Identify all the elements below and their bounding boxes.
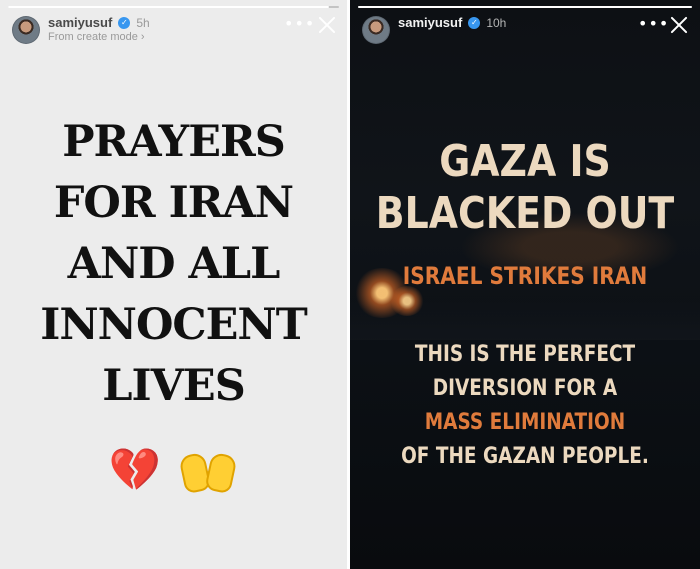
more-options-icon[interactable]: •••	[284, 16, 315, 32]
emoji-row: 💔	[0, 445, 347, 496]
story-panel-right[interactable]: samiyusuf ✓ 10h ••• GAZA IS BLACKED OUT …	[350, 0, 700, 569]
verified-badge-icon: ✓	[468, 16, 481, 29]
headline-line: BLACKED OUT	[375, 188, 675, 239]
username[interactable]: samiyusuf	[398, 15, 462, 30]
body-text-line: DIVERSION FOR A	[432, 376, 618, 401]
story-progress-fill	[358, 6, 692, 8]
story-text-line: PRAYERS	[62, 117, 286, 167]
story-text: PRAYERS FOR IRAN AND ALL INNOCENT LIVES	[0, 112, 347, 417]
raised-hands-icon	[178, 450, 238, 496]
more-options-icon[interactable]: •••	[638, 16, 669, 32]
city-horizon	[350, 300, 700, 340]
close-icon[interactable]	[668, 14, 690, 36]
story-header: samiyusuf ✓ 10h	[398, 15, 506, 30]
verified-badge-icon: ✓	[118, 16, 131, 29]
avatar[interactable]	[362, 16, 390, 44]
story-text-line: AND ALL	[67, 239, 281, 289]
story-header: samiyusuf ✓ 5h	[48, 15, 150, 30]
body-text-line-highlight: MASS ELIMINATION	[424, 410, 626, 435]
story-text-line: FOR IRAN	[53, 178, 294, 228]
close-icon[interactable]	[316, 14, 338, 36]
username[interactable]: samiyusuf	[48, 15, 112, 30]
timestamp: 10h	[486, 15, 507, 30]
subheadline: ISRAEL STRIKES IRAN	[402, 262, 648, 290]
story-progress-fill	[8, 6, 330, 8]
broken-heart-icon: 💔	[108, 445, 161, 494]
story-text-line: LIVES	[102, 361, 246, 411]
body-text-line: THIS IS THE PERFECT	[414, 342, 636, 367]
story-text-line: INNOCENT	[40, 300, 307, 350]
headline-line: GAZA IS	[439, 136, 611, 187]
avatar[interactable]	[12, 16, 40, 44]
create-mode-link[interactable]: From create mode ›	[48, 31, 145, 43]
story-progress-bar	[358, 6, 692, 8]
body-text-line: OF THE GAZAN PEOPLE.	[401, 444, 649, 469]
story-progress-bar	[8, 6, 339, 8]
story-panel-left[interactable]: samiyusuf ✓ 5h From create mode › ••• PR…	[0, 0, 347, 569]
timestamp: 5h	[136, 15, 150, 30]
